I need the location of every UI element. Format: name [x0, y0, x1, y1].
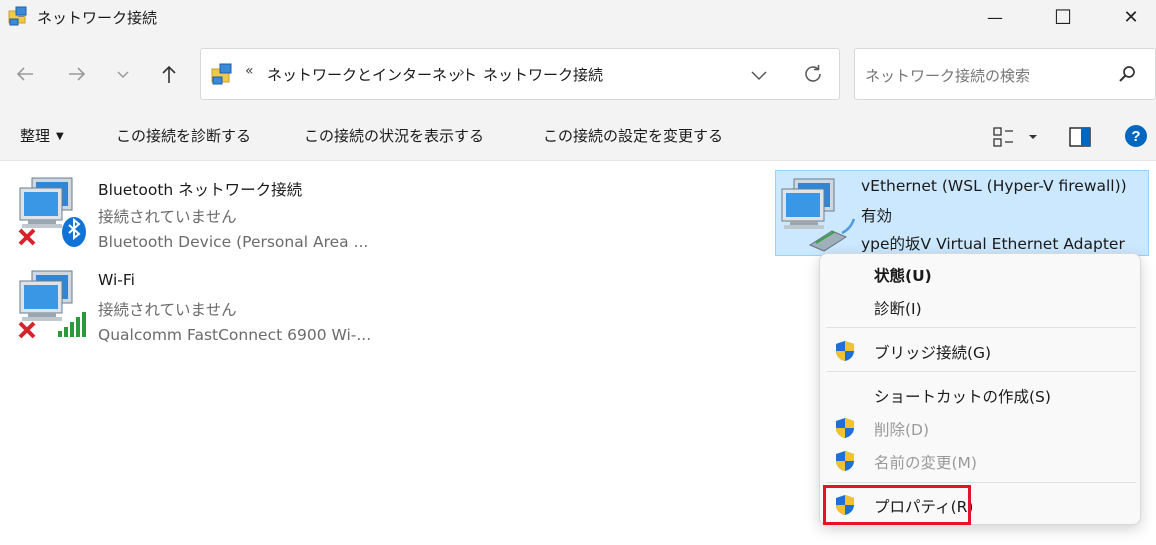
search-placeholder: ネットワーク接続の検索	[865, 67, 1031, 85]
menu-item-label: ブリッジ接続(G)	[874, 344, 992, 362]
menu-item-label: 名前の変更(M)	[874, 454, 977, 472]
preview-pane-icon[interactable]	[1068, 126, 1092, 148]
menu-item-label: 診断(I)	[874, 300, 922, 318]
connection-item-bluetooth[interactable]: Bluetooth ネットワーク接続 接続されていません Bluetooth D…	[18, 172, 392, 254]
address-bar[interactable]: « ネットワークとインターネット › ネットワーク接続	[200, 48, 840, 100]
properties-highlight-box	[823, 485, 971, 525]
recent-locations-button[interactable]	[110, 59, 136, 89]
chevron-down-icon	[117, 71, 129, 79]
back-arrow-icon	[16, 67, 33, 81]
search-icon[interactable]	[1117, 64, 1137, 84]
menu-item-bridge[interactable]: ブリッジ接続(G)	[820, 335, 1140, 367]
network-computer-icon	[18, 177, 86, 247]
minimize-icon: —	[987, 7, 1003, 27]
up-button[interactable]	[156, 59, 182, 89]
breadcrumb-network-connections[interactable]: ネットワーク接続	[483, 64, 603, 85]
close-icon: ✕	[1123, 6, 1139, 28]
view-status-button[interactable]: この接続の状況を表示する	[304, 125, 484, 146]
menu-item-delete: 削除(D)	[820, 412, 1140, 444]
menu-item-label: 削除(D)	[874, 421, 930, 439]
connection-item-wifi[interactable]: Wi-Fi 接続されていません Qualcomm FastConnect 690…	[18, 265, 392, 347]
connection-status: 接続されていません	[98, 208, 237, 226]
forward-arrow-icon	[69, 67, 86, 81]
change-settings-button[interactable]: この接続の設定を変更する	[543, 125, 723, 146]
menu-item-label: ショートカットの作成(S)	[874, 388, 1051, 406]
connection-status: 有効	[861, 207, 893, 225]
organize-label: 整理	[20, 127, 51, 145]
close-button[interactable]: ✕	[1108, 0, 1154, 34]
wifi-computer-icon	[18, 270, 86, 339]
diagnose-connection-button[interactable]: この接続を診断する	[116, 125, 251, 146]
menu-item-create-shortcut[interactable]: ショートカットの作成(S)	[820, 379, 1140, 411]
uac-shield-icon	[836, 418, 854, 438]
connection-name: Bluetooth ネットワーク接続	[98, 181, 303, 199]
help-icon[interactable]: ?	[1124, 124, 1148, 148]
menu-item-diagnose[interactable]: 診断(I)	[820, 291, 1140, 323]
menu-separator	[826, 482, 1136, 483]
menu-item-status[interactable]: 状態(U)	[820, 258, 1140, 290]
back-button[interactable]	[12, 59, 38, 89]
address-dropdown-icon[interactable]	[747, 63, 771, 87]
organize-menu-button[interactable]: 整理 ▼	[20, 125, 64, 146]
refresh-icon[interactable]	[801, 62, 825, 86]
svg-text:?: ?	[1131, 128, 1140, 145]
maximize-button[interactable]: ☐	[1040, 0, 1086, 34]
menu-item-rename: 名前の変更(M)	[820, 445, 1140, 477]
window-title: ネットワーク接続	[37, 9, 158, 27]
forward-button[interactable]	[64, 59, 90, 89]
up-arrow-icon	[162, 65, 176, 83]
uac-shield-icon	[836, 341, 854, 361]
maximize-icon: ☐	[1054, 5, 1072, 29]
connection-status: 接続されていません	[98, 301, 237, 319]
network-folder-icon	[8, 6, 27, 26]
breadcrumb-chevron-icon[interactable]: ›	[459, 63, 465, 81]
command-bar: 整理 ▼ この接続を診断する この接続の状況を表示する この接続の設定を変更する …	[0, 114, 1156, 161]
search-input[interactable]: ネットワーク接続の検索	[854, 48, 1156, 100]
connection-device: Qualcomm FastConnect 6900 Wi-...	[98, 326, 372, 344]
network-folder-icon	[211, 63, 232, 85]
breadcrumb-network-internet[interactable]: ネットワークとインターネット	[267, 64, 477, 85]
menu-separator	[826, 327, 1136, 328]
connection-device: ype的坂V Virtual Ethernet Adapter	[861, 235, 1125, 253]
ethernet-computer-icon	[781, 178, 856, 252]
breadcrumb-overflow[interactable]: «	[245, 63, 254, 79]
title-bar: ネットワーク接続 — ☐ ✕	[0, 0, 1156, 34]
uac-shield-icon	[836, 451, 854, 471]
menu-item-label: 状態(U)	[874, 267, 932, 285]
connection-item-vethernet[interactable]: vEthernet (WSL (Hyper-V firewall)) 有効 yp…	[775, 170, 1149, 256]
minimize-button[interactable]: —	[972, 0, 1018, 34]
view-options-icon[interactable]	[992, 124, 1038, 150]
connection-name: vEthernet (WSL (Hyper-V firewall))	[861, 177, 1127, 195]
caret-down-icon: ▼	[56, 131, 64, 142]
menu-separator	[826, 371, 1136, 372]
connection-device: Bluetooth Device (Personal Area ...	[98, 233, 369, 251]
connection-name: Wi-Fi	[98, 271, 135, 289]
